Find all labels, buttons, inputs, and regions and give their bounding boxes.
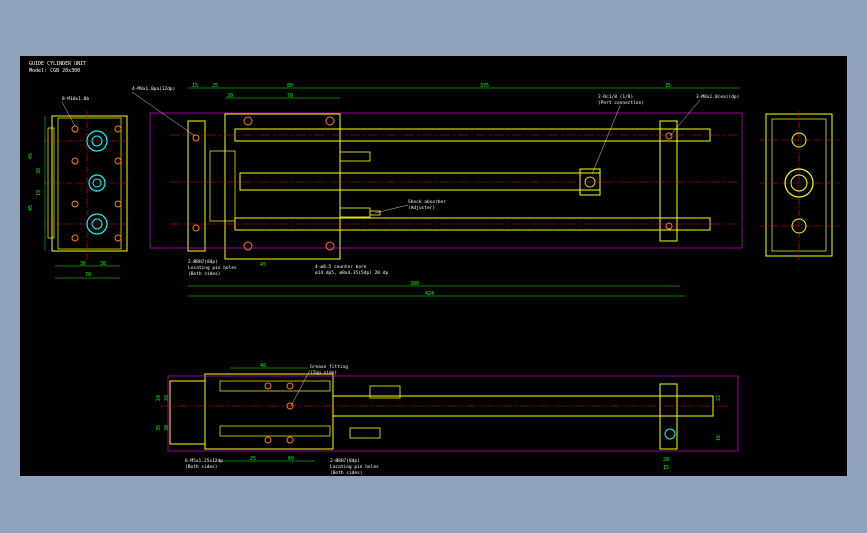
dim-top-80: 80: [287, 83, 293, 89]
callout-shock-adj: (Adjuster): [408, 205, 435, 211]
callout-m8-pa: 4-M8x1.0pa(12dp): [132, 86, 175, 92]
callout-m5-sides: (Both sides): [185, 464, 218, 470]
top-view: 15 25 20 80 70 375 15 300 424 45 4-M8x1.…: [131, 83, 743, 297]
drawing-title: GUIDE CYLINDER UNIT: [29, 61, 86, 67]
dim-424: 424: [425, 291, 434, 297]
callout-cbore: 4-ø8.5 counter bore: [315, 264, 367, 270]
callout-m5: 6-M5x1.25x12dp: [185, 458, 223, 464]
dim-left-70: 70: [85, 272, 91, 278]
callout-pin2-sides: (Both sides): [330, 470, 363, 476]
right-end-view: [760, 111, 840, 261]
dim-45: 45: [260, 262, 266, 268]
dim-left-38: 38: [36, 168, 42, 174]
dim-side-25: 25: [250, 456, 256, 462]
dim-left-45: 45: [28, 153, 34, 159]
dim-side-15: 15: [663, 465, 669, 471]
dim-side-20: 20: [663, 457, 669, 463]
dim-side-35: 35: [156, 425, 162, 431]
callout-cbore-detail: ø14 dp5, ø8x4.35(5dp) 20 dp: [315, 270, 388, 276]
dim-top-15b: 15: [665, 83, 671, 89]
callout-d8h7-sides: (Both sides): [188, 271, 221, 277]
cylinder-body: [224, 113, 341, 260]
dim-top-70: 70: [287, 93, 293, 99]
callout-rc18: 2-Rc1/8 (1/8): [598, 94, 633, 100]
dim-top-20: 20: [227, 93, 233, 99]
dim-side-24: 24: [156, 395, 162, 401]
dim-side-60: 60: [288, 456, 294, 462]
dim-left-45b: 45: [28, 205, 34, 211]
dim-side-22: 22: [716, 395, 722, 401]
dim-left-19: 19: [36, 190, 42, 196]
dim-top-15a: 15: [192, 83, 198, 89]
drawing-canvas: GUIDE CYLINDER UNIT Model: CGB 20x300 45…: [20, 56, 847, 476]
dim-left-38b: 38: [100, 261, 106, 267]
callout-pin2-label: Locating pin holes: [330, 464, 379, 470]
drawing-model: Model: CGB 20x300: [29, 68, 80, 74]
callout-m10: 8-M10x1.0b: [62, 96, 89, 102]
dim-top-375: 375: [480, 83, 489, 89]
callout-pin2: 2-Ø8H7(8dp): [330, 457, 360, 464]
callout-rc18-port: (Port connection): [598, 100, 644, 106]
left-end-view: 45 38 19 45 36 38 70 8-M10x1.0b: [28, 96, 132, 279]
callout-grease-top: (Top side): [310, 370, 337, 376]
dim-side-28: 28: [164, 395, 170, 401]
cad-drawing: GUIDE CYLINDER UNIT Model: CGB 20x300 45…: [28, 61, 840, 476]
dim-300: 300: [410, 281, 419, 287]
dim-side-16: 16: [716, 435, 722, 441]
callout-d8h7-pin: Locating pin holes: [188, 265, 237, 271]
dim-side-30: 30: [164, 425, 170, 431]
side-view: 40 25 60 24 28 35 30 22 16 20 15 Grease …: [156, 363, 739, 476]
callout-grease: Grease fitting: [310, 364, 348, 370]
dim-left-36: 36: [80, 261, 86, 267]
dim-top-25: 25: [212, 83, 218, 89]
side-body: [204, 373, 334, 450]
dim-side-40: 40: [260, 363, 266, 369]
callout-shock: Shock absorber: [408, 199, 446, 205]
callout-d8h7: 2-Ø8H7(8dp): [188, 258, 218, 265]
callout-m8-ea: 3-M8x1.0(ea)(dp): [696, 94, 739, 100]
